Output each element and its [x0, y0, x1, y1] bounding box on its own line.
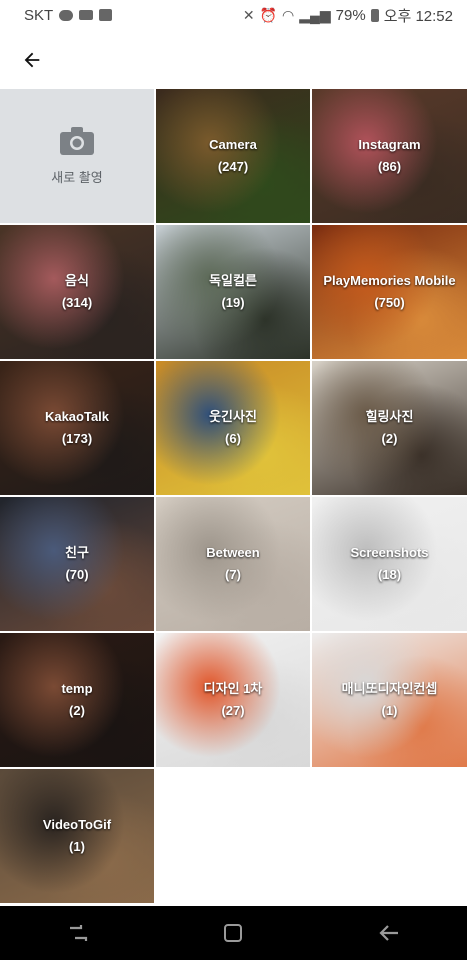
- album-tile[interactable]: temp (2): [0, 633, 154, 767]
- arrow-left-icon: [24, 52, 40, 68]
- album-count: (1): [69, 839, 85, 854]
- album-label: 힐링사진 (2): [312, 361, 467, 495]
- album-tile[interactable]: Between (7): [156, 497, 310, 631]
- album-count: (86): [377, 159, 402, 174]
- album-count: (314): [61, 295, 93, 310]
- album-count: (173): [61, 431, 93, 446]
- new-photo-label: 새로 촬영: [51, 169, 103, 185]
- album-tile[interactable]: 음식 (314): [0, 225, 154, 359]
- album-name: 친구: [65, 545, 89, 560]
- album-tile[interactable]: Camera (247): [156, 89, 310, 223]
- alarm-icon: ⏰: [259, 6, 277, 23]
- album-label: PlayMemories Mobile (750): [312, 225, 467, 359]
- battery-icon: [370, 8, 379, 22]
- album-count: (1): [381, 703, 398, 718]
- new-photo-tile[interactable]: 새로 촬영: [0, 89, 154, 223]
- album-name: 힐링사진: [365, 409, 414, 424]
- album-count: (19): [221, 295, 245, 310]
- recent-apps-icon: [69, 925, 87, 941]
- album-count: (750): [374, 295, 405, 310]
- album-label: 음식 (314): [0, 225, 154, 359]
- album-count: (18): [377, 567, 402, 582]
- app-bar: [0, 30, 467, 88]
- album-count: (7): [225, 567, 241, 582]
- kakaotalk-icon: [59, 9, 74, 21]
- album-label: 웃긴사진 (6): [156, 361, 310, 495]
- status-right: ✕ ⏰ ◠ ▂▄▆ 79% 오후 12:52: [243, 5, 453, 26]
- wifi-icon: ◠: [281, 6, 295, 23]
- album-tile[interactable]: 디자인 1차 (27): [156, 633, 310, 767]
- signal-icon: ▂▄▆: [299, 6, 331, 23]
- album-label: 매니또디자인컨셉 (1): [312, 633, 467, 767]
- album-name: KakaoTalk: [44, 409, 110, 424]
- album-count: (2): [69, 703, 85, 718]
- album-name: Instagram: [358, 137, 421, 152]
- clock: 오후 12:52: [383, 7, 453, 25]
- navigation-bar: [0, 906, 467, 960]
- album-label: 독일컬른 (19): [156, 225, 310, 359]
- album-tile[interactable]: VideoToGif (1): [0, 769, 154, 903]
- album-grid: 새로 촬영 Camera (247) Instagram (86) 음식 (314) 독일컬…: [0, 89, 467, 903]
- album-name: PlayMemories Mobile: [323, 273, 456, 288]
- album-label: Instagram (86): [312, 89, 467, 223]
- album-label: 친구 (70): [0, 497, 154, 631]
- album-name: 독일컬른: [209, 273, 257, 288]
- album-name: VideoToGif: [42, 817, 112, 832]
- album-label: KakaoTalk (173): [0, 361, 154, 495]
- album-name: 음식: [65, 273, 89, 288]
- album-label: Camera (247): [156, 89, 310, 223]
- album-count: (70): [65, 567, 89, 582]
- recent-apps-button[interactable]: [58, 913, 98, 953]
- album-tile[interactable]: 친구 (70): [0, 497, 154, 631]
- status-bar: SKT ✕ ⏰ ◠ ▂▄▆ 79% 오후 12:52: [0, 0, 467, 30]
- system-back-button[interactable]: [369, 913, 409, 953]
- album-label: VideoToGif (1): [0, 769, 154, 903]
- album-count: (27): [221, 703, 245, 718]
- album-tile[interactable]: 독일컬른 (19): [156, 225, 310, 359]
- album-name: Camera: [209, 137, 257, 152]
- video-icon: [79, 10, 94, 20]
- status-left: SKT: [24, 6, 113, 24]
- album-tile[interactable]: 힐링사진 (2): [312, 361, 467, 495]
- back-button[interactable]: [14, 42, 50, 78]
- back-icon: [379, 925, 399, 941]
- album-tile[interactable]: 웃긴사진 (6): [156, 361, 310, 495]
- album-tile[interactable]: PlayMemories Mobile (750): [312, 225, 467, 359]
- album-tile[interactable]: Screenshots (18): [312, 497, 467, 631]
- album-tile[interactable]: KakaoTalk (173): [0, 361, 154, 495]
- carrier-label: SKT: [24, 6, 54, 24]
- album-label: 디자인 1차 (27): [156, 633, 310, 767]
- album-tile[interactable]: Instagram (86): [312, 89, 467, 223]
- battery-percent: 79%: [335, 6, 366, 24]
- album-name: temp: [61, 681, 93, 696]
- album-count: (247): [217, 159, 249, 174]
- album-name: Screenshots: [350, 545, 429, 560]
- check-icon: [99, 9, 113, 21]
- album-label: Screenshots (18): [312, 497, 467, 631]
- home-icon: [224, 924, 243, 942]
- album-name: Between: [206, 545, 260, 560]
- mute-icon: ✕: [242, 6, 255, 23]
- album-tile[interactable]: 매니또디자인컨셉 (1): [312, 633, 467, 767]
- album-name: 매니또디자인컨셉: [341, 681, 438, 696]
- album-label: temp (2): [0, 633, 154, 767]
- home-button[interactable]: [213, 913, 253, 953]
- album-count: (2): [381, 431, 398, 446]
- album-name: 웃긴사진: [209, 409, 257, 424]
- album-count: (6): [225, 431, 241, 446]
- camera-icon: [60, 126, 94, 155]
- album-label: Between (7): [156, 497, 310, 631]
- album-name: 디자인 1차: [203, 681, 263, 696]
